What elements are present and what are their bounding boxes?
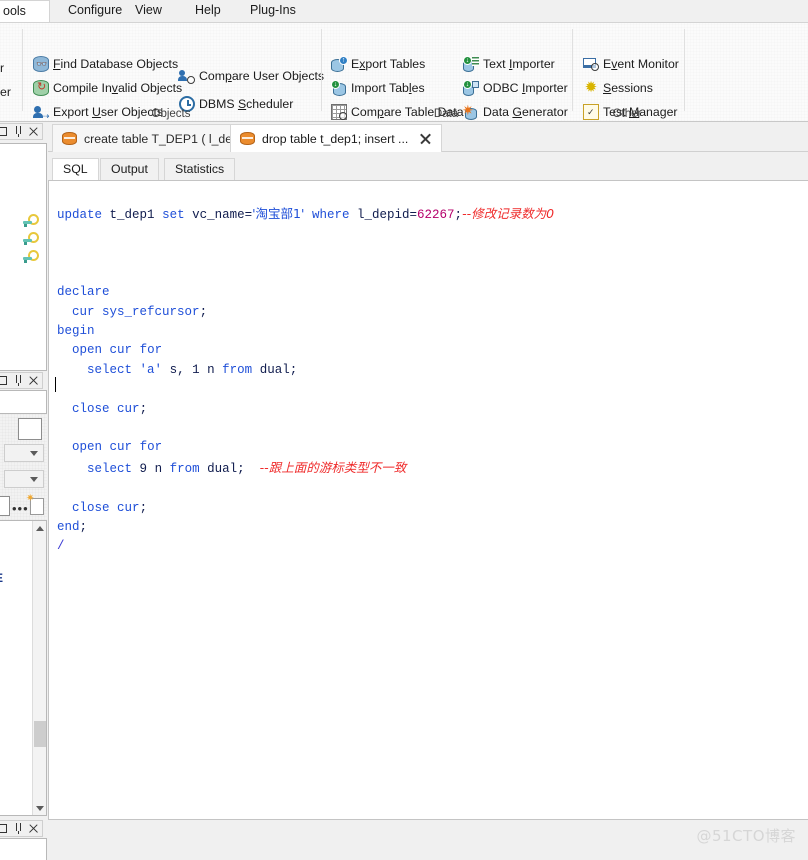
ribbon-item-label: Import Tables (351, 81, 425, 95)
ribbon-tab-configure-label: Configure (68, 3, 123, 17)
left-upper-panel-header (0, 123, 43, 140)
left-lower-panel-body[interactable]: E (0, 520, 47, 816)
ribbon-tab-help[interactable]: Help (185, 0, 231, 22)
ribbon-item-odbc-importer[interactable]: ↓ ODBC Importer (462, 77, 568, 99)
ribbon-group-separator (684, 29, 685, 111)
ribbon-item-sessions[interactable]: ✹ Sessions (582, 77, 653, 99)
clipped-ribbon-label-2: er (0, 85, 11, 99)
left-panel-input[interactable] (0, 496, 10, 516)
compile-invalid-objects-icon: ↻ (33, 80, 49, 96)
watermark: @51CTO博客 (696, 827, 796, 845)
left-bottom-panel-header (0, 820, 43, 837)
ribbon-tab-view[interactable]: View (125, 0, 172, 22)
sub-tab-sql[interactable]: SQL (52, 158, 99, 180)
ribbon-group-separator (572, 29, 573, 111)
sessions-icon: ✹ (584, 79, 598, 96)
ribbon-tab-strip: ools Configure View Help Plug-Ins (0, 0, 808, 22)
ribbon-item-find-database-objects[interactable]: 👓 Find Database Objects (32, 53, 178, 75)
ribbon-item-compare-user-objects[interactable]: Compare User Objects (178, 65, 324, 87)
ribbon-item-label: ODBC Importer (483, 81, 568, 95)
clipped-ribbon-label-1: r (0, 61, 5, 75)
clipped-list-text: E (0, 571, 3, 585)
editor-tab-create-table[interactable]: create table T_DEP1 ( l_de ... (52, 124, 256, 152)
scroll-down-icon[interactable] (33, 801, 47, 815)
ribbon-group-label-other: Other (612, 108, 642, 120)
ribbon-group-separator (22, 29, 23, 111)
close-icon[interactable] (28, 823, 38, 834)
editor-tab-label: create table T_DEP1 ( l_de ... (84, 131, 246, 146)
ribbon-item-label: Compare User Objects (199, 69, 325, 83)
ribbon-tab-help-label: Help (195, 3, 221, 17)
left-panel-dropdown-2[interactable] (4, 470, 44, 488)
ribbon-item-label: Find Database Objects (53, 57, 179, 71)
editor-tab-strip: create table T_DEP1 ( l_de ... drop tabl… (48, 124, 808, 152)
ribbon-tab-tools[interactable]: ools (0, 0, 50, 22)
ribbon-item-event-monitor[interactable]: Event Monitor (582, 53, 679, 75)
plsql-developer-window: ools Configure View Help Plug-Ins r er 👓… (0, 0, 808, 860)
ribbon-item-export-tables[interactable]: ↑ Export Tables (330, 53, 425, 75)
left-middle-panel-header (0, 372, 43, 389)
new-document-icon[interactable] (26, 493, 44, 515)
sql-window-icon (62, 132, 77, 145)
ribbon-item-label: Compile Invalid Objects (53, 81, 183, 95)
ribbon-tab-plugins-label: Plug-Ins (250, 3, 296, 17)
key-icon[interactable] (23, 214, 39, 228)
key-icon[interactable] (23, 232, 39, 246)
left-upper-panel-body[interactable] (0, 143, 47, 371)
left-panel-scrollbar[interactable] (32, 521, 46, 815)
ribbon-tab-configure[interactable]: Configure (58, 0, 132, 22)
chevron-down-icon (30, 450, 38, 456)
import-tables-icon: ↓ (331, 80, 347, 96)
restore-icon[interactable] (0, 823, 7, 834)
ribbon-item-text-importer[interactable]: ↓ Text Importer (462, 53, 555, 75)
text-caret (55, 377, 56, 392)
close-icon[interactable] (28, 375, 38, 386)
ribbon-tab-tools-label: ools (3, 4, 26, 18)
left-bottom-panel-body (0, 838, 47, 860)
ribbon-tab-plugins[interactable]: Plug-Ins (240, 0, 306, 22)
editor-sub-tab-strip: SQL Output Statistics (48, 158, 808, 180)
ribbon-panel: r er 👓 Find Database Objects ↻ Compile I… (0, 22, 808, 122)
sub-tab-label: SQL (63, 162, 88, 176)
close-icon[interactable] (28, 126, 38, 137)
pin-icon[interactable] (13, 126, 23, 137)
compare-user-objects-icon (178, 68, 195, 84)
left-panel-dropdown-1[interactable] (4, 444, 44, 462)
scrollbar-thumb[interactable] (34, 721, 46, 747)
scroll-up-icon[interactable] (33, 521, 47, 535)
restore-icon[interactable] (0, 126, 7, 137)
pin-icon[interactable] (13, 375, 23, 386)
odbc-importer-icon: ↓ (463, 80, 479, 96)
chevron-down-icon (30, 476, 38, 482)
editor-tab-label: drop table t_dep1; insert ... (262, 131, 409, 146)
restore-icon[interactable] (0, 375, 7, 386)
ribbon-item-import-tables[interactable]: ↓ Import Tables (330, 77, 425, 99)
find-database-objects-icon: 👓 (33, 56, 49, 72)
ribbon-item-compile-invalid-objects[interactable]: ↻ Compile Invalid Objects (32, 77, 182, 99)
pin-icon[interactable] (13, 823, 23, 834)
sql-source-text[interactable]: update t_dep1 set vc_name='淘宝部1' where l… (57, 204, 554, 557)
ribbon-group-label-data: Data (433, 108, 459, 120)
event-monitor-icon (583, 56, 599, 72)
export-tables-icon: ↑ (331, 56, 348, 72)
ribbon-tab-view-label: View (135, 3, 162, 17)
ribbon-item-label: Event Monitor (603, 57, 679, 71)
ribbon-group-separator (321, 29, 322, 111)
sub-tab-label: Statistics (175, 162, 225, 176)
close-tab-icon[interactable] (419, 132, 432, 145)
ribbon-item-label: Text Importer (483, 57, 555, 71)
left-middle-panel-toolbar[interactable] (0, 390, 47, 414)
text-importer-icon: ↓ (463, 56, 479, 72)
left-panel-value-box[interactable] (18, 418, 42, 440)
sub-tab-label: Output (111, 162, 148, 176)
sql-code-editor[interactable]: update t_dep1 set vc_name='淘宝部1' where l… (48, 180, 808, 820)
ribbon-item-label: Export Tables (351, 57, 426, 71)
sql-window-icon (240, 132, 255, 145)
sub-tab-statistics[interactable]: Statistics (164, 158, 236, 180)
sub-tab-output[interactable]: Output (100, 158, 159, 180)
ribbon-group-label-objects: Objects (151, 108, 191, 120)
key-icon[interactable] (23, 250, 39, 264)
ribbon-item-label: Sessions (603, 81, 653, 95)
editor-tab-drop-table[interactable]: drop table t_dep1; insert ... (230, 124, 443, 152)
